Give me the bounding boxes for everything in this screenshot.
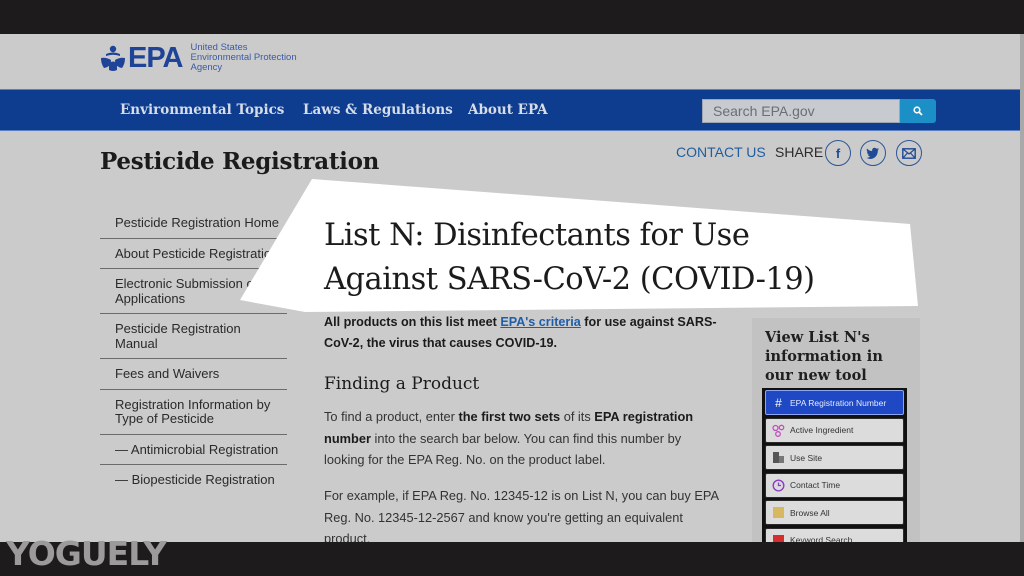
page-title: Pesticide Registration [100, 148, 380, 175]
nav-environmental-topics[interactable]: Environmental Topics [120, 102, 284, 118]
clock-icon [772, 478, 785, 492]
agency-name: United States Environmental Protection A… [190, 43, 296, 73]
intro-text: All products on this list meet EPA's cri… [324, 312, 724, 354]
epa-flower-icon [100, 44, 126, 72]
email-icon[interactable] [896, 140, 922, 166]
agency-line: Agency [190, 62, 223, 73]
tool-label: EPA Registration Number [790, 397, 887, 408]
nav-laws-regulations[interactable]: Laws & Regulations [303, 102, 453, 118]
contact-us-link[interactable]: CONTACT US [676, 144, 766, 160]
list-n-title: List N: Disinfectants for Use Against SA… [324, 214, 815, 302]
search-button[interactable] [900, 99, 936, 123]
browser-page: EPA United States Environmental Protecti… [0, 34, 1020, 542]
watermark-logo: YOGUELY [6, 534, 167, 573]
tool-epa-registration-number[interactable]: # EPA Registration Number [765, 390, 904, 415]
sidebar-item-home[interactable]: Pesticide Registration Home [100, 208, 287, 239]
epa-criteria-link[interactable]: EPA's criteria [500, 315, 580, 329]
bold-text: the first two sets [458, 409, 561, 424]
logo-wordmark: EPA [128, 42, 183, 74]
browser-edge [1020, 34, 1024, 542]
molecule-icon [772, 424, 785, 437]
text: of its [560, 409, 595, 424]
facebook-icon[interactable]: f [825, 140, 851, 166]
panel-title: View List N's information in our new too… [765, 329, 883, 384]
sidebar-item-about[interactable]: About Pesticide Registration [100, 239, 287, 269]
sidebar-item-manual[interactable]: Pesticide Registration Manual [100, 314, 287, 359]
sidebar-nav: Pesticide Registration Home About Pestic… [100, 208, 287, 495]
epa-logo[interactable]: EPA United States Environmental Protecti… [100, 43, 297, 73]
text: To find a product, enter [324, 409, 459, 424]
title-line: List N: Disinfectants for Use [324, 218, 750, 253]
sidebar-item-registration-info[interactable]: Registration Information by Type of Pest… [100, 390, 287, 435]
keyword-icon [772, 534, 785, 542]
section-heading: Finding a Product [324, 374, 480, 394]
intro-text-part: All products on this list meet [324, 315, 501, 329]
video-letterbox-top [0, 0, 1024, 34]
tool-label: Use Site [790, 452, 823, 463]
tool-label: Contact Time [790, 480, 841, 490]
list-n-tool-panel: View List N's information in our new too… [752, 318, 920, 542]
tool-active-ingredient[interactable]: Active Ingredient [765, 417, 904, 443]
example-paragraph: For example, if EPA Reg. No. 12345-12 is… [324, 488, 719, 542]
sidebar-item-electronic-submission[interactable]: Electronic Submission of Applications [100, 269, 287, 314]
grid-icon [772, 506, 785, 519]
nav-about-epa[interactable]: About EPA [468, 102, 548, 118]
share-label: SHARE [775, 144, 824, 160]
twitter-icon[interactable] [860, 140, 886, 166]
main-nav: Environmental Topics Laws & Regulations … [0, 89, 1020, 131]
tool-label: Active Ingredient [790, 425, 854, 435]
tool-button-group: # EPA Registration Number Active Ingredi… [762, 388, 907, 542]
search-input[interactable]: Search EPA.gov [702, 99, 900, 123]
sidebar-item-biopesticide[interactable]: — Biopesticide Registration [100, 465, 287, 495]
tool-label: Browse All [790, 507, 830, 518]
sidebar-item-fees[interactable]: Fees and Waivers [100, 359, 287, 390]
tool-keyword-search[interactable]: Keyword Search [765, 527, 904, 542]
hash-icon: # [775, 395, 782, 410]
sidebar-item-antimicrobial[interactable]: — Antimicrobial Registration [100, 435, 287, 465]
search-icon [913, 106, 923, 116]
tool-use-site[interactable]: Use Site [765, 445, 904, 470]
title-line: Against SARS-CoV-2 (COVID-19) [324, 262, 815, 297]
building-icon [772, 451, 785, 464]
finding-instructions: To find a product, enter the first two s… [324, 406, 724, 471]
text: into the search bar below. You can find … [324, 430, 682, 468]
tool-label: Keyword Search [790, 535, 853, 542]
tool-contact-time[interactable]: Contact Time [765, 472, 904, 498]
tool-browse-all[interactable]: Browse All [765, 500, 904, 525]
